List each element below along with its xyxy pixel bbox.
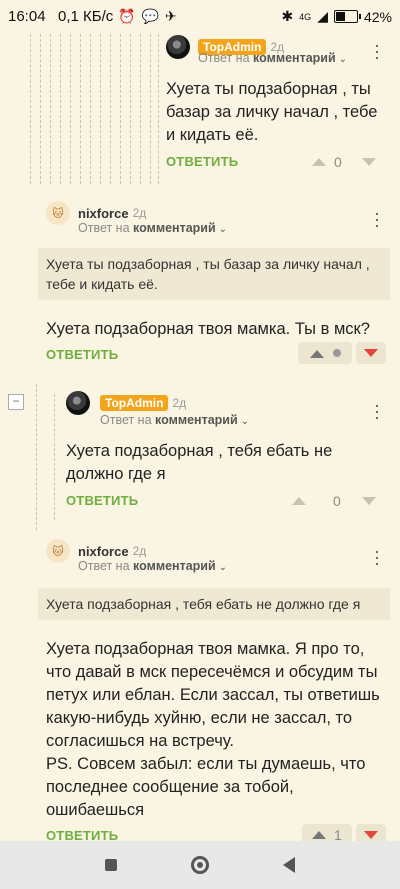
thread-line (150, 34, 151, 184)
thread-line (54, 394, 55, 520)
network-speed: 0,1 КБ/с (58, 8, 114, 25)
quoted-comment: Хуета ты подзаборная , ты базар за личку… (38, 248, 390, 300)
more-menu-icon[interactable]: · · · (372, 36, 382, 66)
comment: 🐱 nixforce 2д Ответ на комментарий ⌄ (46, 538, 386, 573)
alarm-icon: ⏰ (118, 8, 136, 24)
avatar[interactable]: 🐱 (46, 539, 70, 563)
comment-text: Хуета подзаборная твоя мамка. Я про то, … (46, 640, 380, 819)
upvote-icon[interactable] (310, 350, 324, 358)
bluetooth-icon: ✱ (281, 8, 294, 24)
avatar[interactable]: 🐱 (46, 201, 70, 225)
downvote-icon[interactable] (362, 158, 376, 166)
status-right: ✱ 4G ◢ 42% (281, 8, 392, 25)
comment-time: 2д (172, 396, 187, 410)
downvote-icon[interactable] (364, 831, 378, 839)
downvote-icon[interactable] (362, 497, 376, 505)
reply-target[interactable]: комментарий (155, 413, 238, 427)
avatar[interactable] (66, 391, 90, 415)
comment: 🐱 nixforce 2д Ответ на комментарий ⌄ (46, 200, 386, 235)
thread-line (110, 34, 111, 184)
comment: TopAdmin 2д Ответ на комментарий ⌄ Хуета … (66, 390, 386, 509)
signal-label: 4G (299, 11, 312, 22)
reply-target[interactable]: комментарий (133, 559, 216, 573)
comment-time: 2д (132, 544, 147, 558)
back-icon[interactable] (283, 857, 295, 873)
more-menu-icon[interactable]: · · · (372, 542, 382, 572)
upvote-icon[interactable] (292, 497, 306, 505)
chat-icon: 💬 (141, 8, 159, 24)
reply-label: Ответ на (100, 413, 152, 427)
reply-info: Ответ на комментарий ⌄ (198, 51, 347, 65)
home-icon[interactable] (191, 856, 209, 874)
thread-line (100, 34, 101, 184)
vote-count: 0 (334, 154, 342, 170)
thread-line (140, 34, 141, 184)
chevron-down-icon[interactable]: ⌄ (339, 54, 347, 65)
reply-info: Ответ на комментарий ⌄ (78, 559, 227, 573)
author-name[interactable]: TopAdmin (100, 395, 169, 411)
thread-line (50, 34, 51, 184)
chevron-down-icon[interactable]: ⌄ (219, 562, 227, 573)
more-menu-icon[interactable]: · · · (372, 204, 382, 234)
reply-label: Ответ на (198, 51, 250, 65)
reply-button[interactable]: ОТВЕТИТЬ (166, 154, 238, 169)
comment-time: 2д (132, 206, 147, 220)
reply-target[interactable]: комментарий (133, 221, 216, 235)
thread-line (120, 34, 121, 184)
reply-button[interactable]: ОТВЕТИТЬ (46, 347, 118, 362)
status-time: 16:04 (8, 8, 46, 25)
vote-pill (298, 342, 352, 364)
signal-icon: ◢ (317, 8, 328, 24)
battery-icon (333, 10, 361, 23)
reply-button[interactable]: ОТВЕТИТЬ (66, 493, 138, 508)
chevron-down-icon[interactable]: ⌄ (219, 224, 227, 235)
comment-text: Хуета подзаборная твоя мамка. Ты в мск? (46, 320, 370, 338)
thread-line (30, 34, 31, 184)
thread-line (60, 34, 61, 184)
author-name[interactable]: nixforce (78, 206, 129, 221)
thread-line (90, 34, 91, 184)
upvote-icon[interactable] (312, 831, 326, 839)
avatar[interactable] (166, 35, 190, 59)
upvote-icon[interactable] (312, 158, 326, 166)
downvote-icon[interactable] (364, 349, 378, 357)
thread-line (158, 34, 159, 184)
notification-icons: ⏰ 💬 ✈ (118, 8, 177, 25)
neutral-dot-icon (333, 349, 341, 357)
telegram-icon: ✈ (164, 8, 177, 24)
reply-info: Ответ на комментарий ⌄ (78, 221, 227, 235)
thread-line (70, 34, 71, 184)
reply-label: Ответ на (78, 221, 130, 235)
system-nav-bar (0, 841, 400, 889)
thread-line (130, 34, 131, 184)
comment-text: Хуета ты подзаборная , ты базар за личку… (166, 80, 378, 144)
thread-line (80, 34, 81, 184)
quoted-comment: Хуета подзаборная , тебя ебать не должно… (38, 588, 390, 620)
author-name[interactable]: nixforce (78, 544, 129, 559)
comment-text: Хуета подзаборная , тебя ебать не должно… (66, 442, 333, 483)
more-menu-icon[interactable]: · · · (372, 396, 382, 426)
reply-label: Ответ на (78, 559, 130, 573)
battery-percent: 42% (363, 8, 392, 25)
recents-icon[interactable] (105, 859, 117, 871)
chevron-down-icon[interactable]: ⌄ (241, 416, 249, 427)
collapse-thread-button[interactable]: − (8, 394, 24, 410)
vote-count: 0 (333, 493, 341, 509)
comment: TopAdmin 2д Ответ на комментарий ⌄ Хуета … (166, 34, 396, 170)
status-bar: 16:04 0,1 КБ/с ⏰ 💬 ✈ ✱ 4G ◢ 42% (0, 0, 400, 34)
reply-info: Ответ на комментарий ⌄ (100, 413, 249, 427)
thread-line (40, 34, 41, 184)
thread-line (36, 384, 37, 530)
reply-target[interactable]: комментарий (253, 51, 336, 65)
